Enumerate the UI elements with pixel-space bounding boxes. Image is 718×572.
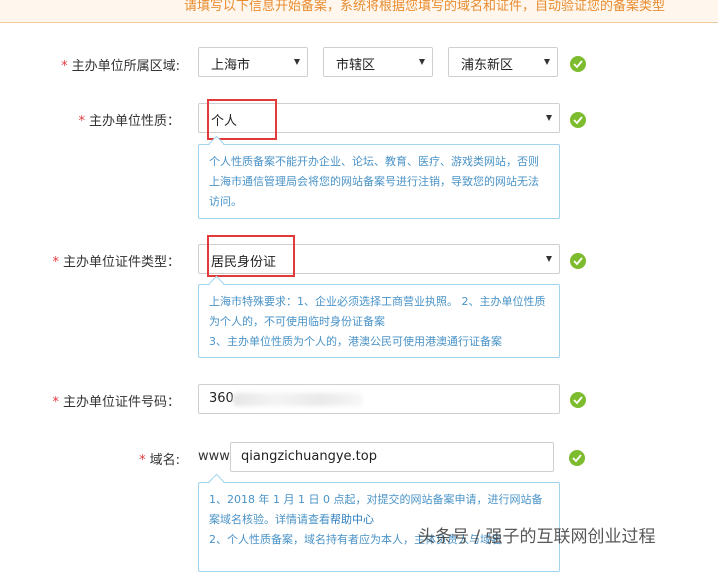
chevron-down-icon: [294, 59, 300, 65]
cert-type-hint: 上海市特殊要求：1、企业必须选择工商营业执照。 2、主办单位性质为个人的，不可使…: [198, 284, 560, 358]
city-select[interactable]: 市辖区: [323, 47, 433, 77]
province-select[interactable]: 上海市: [198, 47, 308, 77]
chevron-down-icon: [544, 59, 550, 65]
domain-prefix: www.: [198, 449, 233, 464]
domain-value: qiangzichuangye.top: [241, 449, 377, 464]
nature-label: * 主办单位性质：: [78, 114, 180, 129]
top-banner: 请填写以下信息开始备案，系统将根据您填写的域名和证件，自动验证您的备案类型: [0, 0, 718, 23]
cert-number-label: * 主办单位证件号码：: [52, 395, 180, 410]
check-icon: [570, 112, 586, 128]
check-icon: [570, 392, 586, 408]
check-icon: [570, 56, 586, 72]
check-icon: [569, 450, 585, 466]
cert-number-input[interactable]: 360: [198, 384, 560, 414]
chevron-down-icon: [546, 256, 552, 262]
province-value: 上海市: [211, 58, 251, 73]
redacted-blur: [233, 393, 363, 406]
required-mark: *: [61, 59, 68, 74]
district-select[interactable]: 浦东新区: [448, 47, 558, 77]
watermark: 头条号 / 强子的互联网创业过程: [418, 527, 656, 547]
region-label: * 主办单位所属区域:: [61, 59, 180, 74]
cert-type-label: * 主办单位证件类型：: [52, 255, 180, 270]
district-value: 浦东新区: [461, 58, 514, 73]
nature-hint: 个人性质备案不能开办企业、论坛、教育、医疗、游戏类网站，否则上海市通信管理局会将…: [198, 144, 560, 219]
highlight-box: [207, 99, 277, 140]
chevron-down-icon: [546, 115, 552, 121]
domain-input[interactable]: qiangzichuangye.top: [230, 442, 554, 472]
help-center-link[interactable]: 帮助中心: [330, 513, 374, 526]
domain-label: * 域名:: [139, 453, 180, 468]
city-value: 市辖区: [336, 58, 376, 73]
check-icon: [570, 253, 586, 269]
banner-text: 请填写以下信息开始备案，系统将根据您填写的域名和证件，自动验证您的备案类型: [184, 0, 666, 14]
cert-number-value: 360: [209, 391, 234, 406]
highlight-box: [207, 235, 295, 277]
chevron-down-icon: [419, 59, 425, 65]
